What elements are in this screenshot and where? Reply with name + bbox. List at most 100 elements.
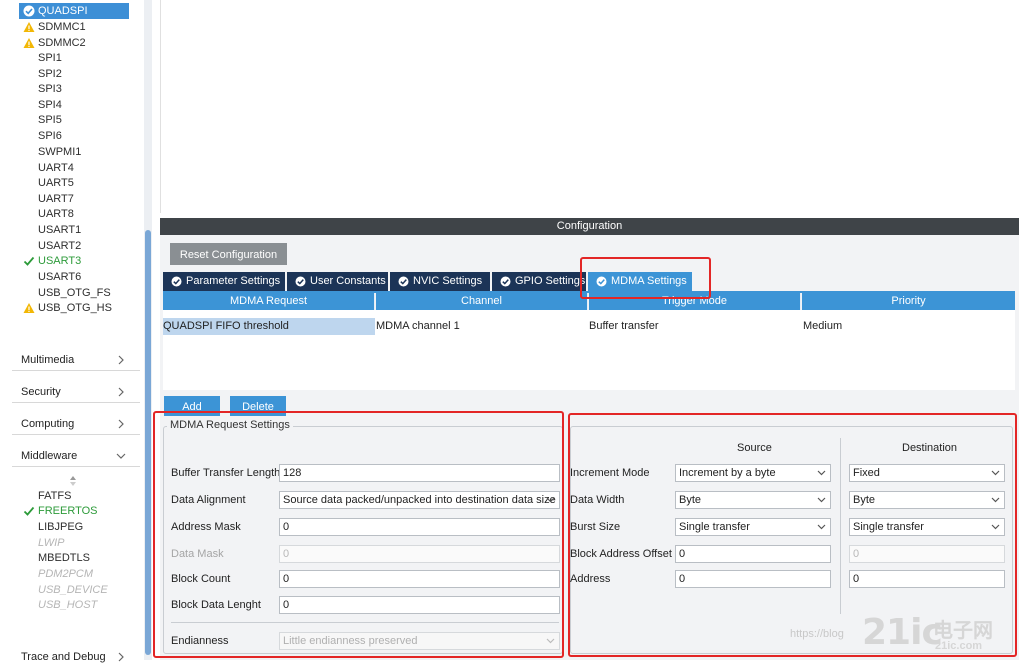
category-label: Computing (21, 418, 75, 430)
sidebar-item-spi5[interactable]: SPI5 (0, 112, 140, 128)
sidebar-item-sdmmc1[interactable]: SDMMC1 (0, 19, 140, 35)
middleware-item-libjpeg[interactable]: LIBJPEG (0, 519, 140, 535)
delete-button[interactable]: Delete (230, 396, 286, 416)
tab-gpio-settings[interactable]: GPIO Settings (492, 272, 586, 291)
column-divider (840, 438, 841, 614)
watermark-url: 21ic.com (935, 640, 983, 652)
warning-icon (23, 22, 35, 32)
sidebar-item-usart3[interactable]: USART3 (0, 253, 140, 269)
block-address-offset-label: Block Address Offset (570, 548, 672, 560)
sidebar-item-uart8[interactable]: UART8 (0, 206, 140, 222)
column-header-trigger-mode[interactable]: Trigger Mode (589, 293, 801, 310)
table-cell-request[interactable]: QUADSPI FIFO threshold (163, 318, 289, 335)
sidebar-item-label: SPI5 (38, 114, 62, 126)
destination-block-address-offset-input[interactable]: 0 (849, 545, 1005, 563)
tab-nvic-settings[interactable]: NVIC Settings (390, 272, 490, 291)
middleware-item-pdm2pcm[interactable]: PDM2PCM (0, 566, 140, 582)
select-value: Single transfer (853, 521, 924, 533)
column-header-mdma-request[interactable]: MDMA Request (163, 293, 375, 310)
block-data-length-input[interactable]: 0 (279, 596, 560, 614)
address-mask-label: Address Mask (171, 521, 241, 533)
tab-user-constants[interactable]: User Constants (287, 272, 388, 291)
check-circle-icon (500, 276, 511, 287)
tab-label: Parameter Settings (186, 275, 281, 287)
address-mask-input[interactable]: 0 (279, 518, 560, 536)
endianness-select[interactable]: Little endianness preserved (279, 632, 560, 650)
source-block-address-offset-input[interactable]: 0 (675, 545, 831, 563)
sidebar-item-spi2[interactable]: SPI2 (0, 66, 140, 82)
sidebar-item-spi1[interactable]: SPI1 (0, 50, 140, 66)
source-address-input[interactable]: 0 (675, 570, 831, 588)
sidebar-item-label: FREERTOS (38, 505, 98, 517)
sidebar-item-uart4[interactable]: UART4 (0, 160, 140, 176)
sidebar-item-label: UART7 (38, 193, 74, 205)
column-header-priority[interactable]: Priority (802, 293, 1015, 310)
chevron-down-icon (817, 524, 826, 530)
sidebar-item-label: USART6 (38, 271, 82, 283)
buffer-transfer-length-input[interactable]: 128 (279, 464, 560, 482)
middleware-item-usb-host[interactable]: USB_HOST (0, 597, 140, 613)
table-cell-channel[interactable]: MDMA channel 1 (376, 318, 460, 335)
tab-parameter-settings[interactable]: Parameter Settings (163, 272, 285, 291)
sidebar-item-quadspi[interactable]: QUADSPI (19, 3, 129, 19)
chevron-right-icon (118, 652, 124, 662)
category-computing[interactable]: Computing (12, 413, 140, 435)
table-cell-trigger-mode[interactable]: Buffer transfer (589, 318, 659, 335)
middleware-item-usb-device[interactable]: USB_DEVICE (0, 582, 140, 598)
sidebar-item-uart5[interactable]: UART5 (0, 175, 140, 191)
sidebar-item-uart7[interactable]: UART7 (0, 191, 140, 207)
destination-address-input[interactable]: 0 (849, 570, 1005, 588)
add-button[interactable]: Add (164, 396, 220, 416)
table-cell-priority[interactable]: Medium (803, 318, 842, 335)
data-alignment-label: Data Alignment (171, 494, 246, 506)
sidebar-item-spi6[interactable]: SPI6 (0, 128, 140, 144)
destination-data-width-select[interactable]: Byte (849, 491, 1005, 509)
sidebar-item-label: USB_DEVICE (38, 584, 108, 596)
category-label: Trace and Debug (21, 651, 106, 663)
data-mask-input[interactable]: 0 (279, 545, 560, 563)
sidebar-item-usart1[interactable]: USART1 (0, 222, 140, 238)
select-value: Byte (853, 494, 876, 506)
tab-mdma-settings[interactable]: MDMA Settings (588, 272, 692, 291)
category-middleware[interactable]: Middleware (12, 445, 140, 467)
middleware-item-fatfs[interactable]: FATFS (0, 488, 140, 504)
tab-label: NVIC Settings (413, 275, 483, 287)
middleware-item-freertos[interactable]: FREERTOS (0, 503, 140, 519)
chevron-down-icon (991, 497, 1000, 503)
sidebar-item-label: USB_OTG_HS (38, 302, 112, 314)
sidebar-item-label: USART3 (38, 255, 82, 267)
sidebar-item-label: SPI6 (38, 130, 62, 142)
mdma-request-settings-group (163, 426, 563, 654)
sidebar-item-label: MBEDTLS (38, 552, 90, 564)
source-increment-mode-select[interactable]: Increment by a byte (675, 464, 831, 482)
reset-configuration-button[interactable]: Reset Configuration (170, 243, 287, 265)
category-multimedia[interactable]: Multimedia (12, 349, 140, 371)
data-alignment-select[interactable]: Source data packed/unpacked into destina… (279, 491, 560, 509)
source-burst-size-select[interactable]: Single transfer (675, 518, 831, 536)
sort-arrows-icon[interactable] (69, 475, 77, 487)
middleware-item-mbedtls[interactable]: MBEDTLS (0, 550, 140, 566)
column-header-channel[interactable]: Channel (376, 293, 588, 310)
sidebar-item-usart6[interactable]: USART6 (0, 269, 140, 285)
chevron-down-icon (817, 470, 826, 476)
middleware-item-lwip[interactable]: LWIP (0, 535, 140, 551)
sidebar-item-usb-otg-fs[interactable]: USB_OTG_FS (0, 285, 140, 301)
sidebar-item-label: FATFS (38, 490, 72, 502)
sidebar-item-sdmmc2[interactable]: SDMMC2 (0, 35, 140, 51)
sidebar-scrollbar-thumb[interactable] (145, 230, 151, 655)
sidebar-item-usb-otg-hs[interactable]: USB_OTG_HS (0, 300, 140, 316)
source-data-width-select[interactable]: Byte (675, 491, 831, 509)
sidebar-item-spi4[interactable]: SPI4 (0, 97, 140, 113)
sidebar-item-label: UART8 (38, 208, 74, 220)
warning-icon (23, 303, 35, 313)
sidebar-item-usart2[interactable]: USART2 (0, 238, 140, 254)
category-trace-and-debug[interactable]: Trace and Debug (12, 646, 140, 668)
sidebar-item-label: SPI3 (38, 83, 62, 95)
block-count-input[interactable]: 0 (279, 570, 560, 588)
destination-increment-mode-select[interactable]: Fixed (849, 464, 1005, 482)
destination-burst-size-select[interactable]: Single transfer (849, 518, 1005, 536)
sidebar-item-label: PDM2PCM (38, 568, 94, 580)
sidebar-item-spi3[interactable]: SPI3 (0, 81, 140, 97)
category-security[interactable]: Security (12, 381, 140, 403)
sidebar-item-swpmi1[interactable]: SWPMI1 (0, 144, 140, 160)
